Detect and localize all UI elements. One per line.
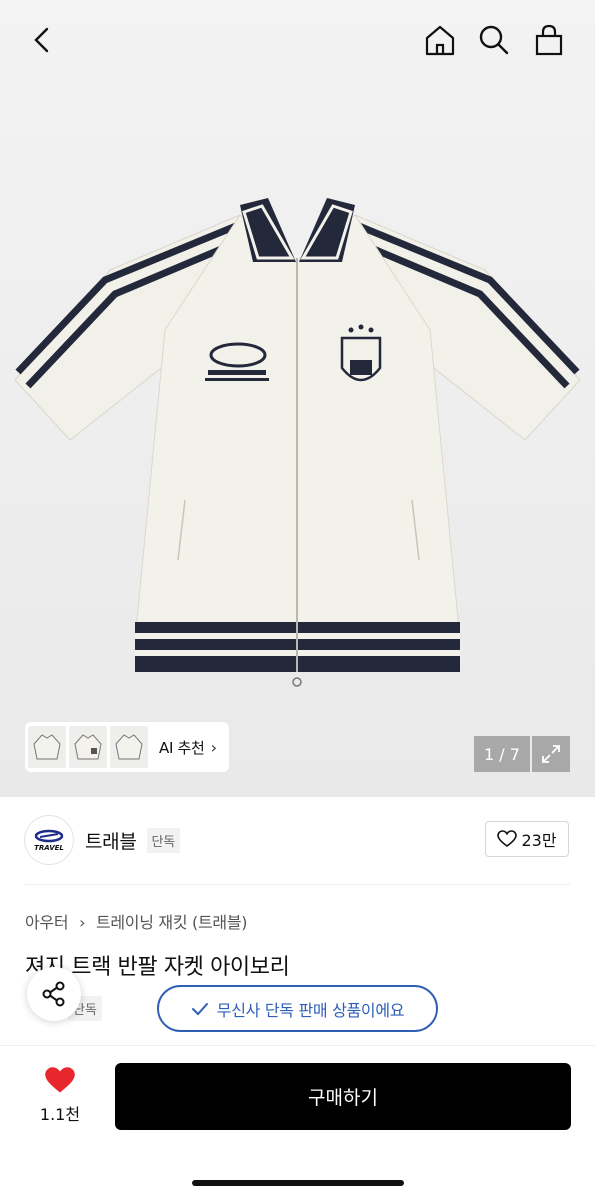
breadcrumb-item-training-jacket[interactable]: 트레이닝 재킷 (트래블) bbox=[96, 913, 248, 932]
divider bbox=[25, 884, 570, 885]
home-icon bbox=[425, 25, 455, 56]
like-count: 1.1천 bbox=[39, 1105, 81, 1124]
like-button[interactable] bbox=[44, 1066, 76, 1098]
exclusive-notice-chip[interactable]: 무신사 단독 판매 상품이에요 bbox=[157, 985, 438, 1032]
breadcrumb: 아우터 › 트레이닝 재킷 (트래블) bbox=[25, 909, 248, 933]
thumbnail[interactable] bbox=[110, 726, 148, 768]
thumbnail[interactable] bbox=[28, 726, 66, 768]
share-button[interactable] bbox=[27, 967, 81, 1021]
buy-button[interactable]: 구매하기 bbox=[115, 1063, 571, 1130]
thumbnail[interactable] bbox=[69, 726, 107, 768]
check-icon bbox=[191, 1002, 208, 1015]
exclusive-badge: 단독 bbox=[146, 828, 180, 853]
brand-name-row[interactable]: 트래블 단독 bbox=[85, 827, 180, 854]
brand-name: 트래블 bbox=[85, 831, 137, 853]
logo-text: TRAVEL bbox=[34, 843, 64, 852]
thumbnail-jacket bbox=[74, 734, 102, 760]
expand-icon bbox=[542, 745, 560, 763]
chevron-left-icon bbox=[34, 27, 49, 53]
shopping-bag-icon bbox=[535, 24, 563, 56]
brand-like-button[interactable]: 23만 bbox=[485, 821, 569, 857]
cart-button[interactable] bbox=[527, 18, 571, 62]
breadcrumb-separator-icon: › bbox=[79, 913, 86, 932]
product-image[interactable] bbox=[0, 0, 595, 797]
search-button[interactable] bbox=[472, 18, 516, 62]
ai-recommend-button[interactable]: AI 추천 › bbox=[25, 722, 229, 772]
chevron-right-icon: › bbox=[210, 737, 217, 757]
breadcrumb-item-outer[interactable]: 아우터 bbox=[25, 913, 69, 932]
share-icon bbox=[42, 981, 65, 1007]
exclusive-notice-text: 무신사 단독 판매 상품이에요 bbox=[216, 1000, 405, 1020]
home-button[interactable] bbox=[418, 18, 462, 62]
back-button[interactable] bbox=[20, 18, 64, 62]
jacket-image bbox=[14, 198, 581, 687]
search-icon bbox=[479, 25, 509, 55]
image-counter: 1 / 7 bbox=[474, 736, 530, 772]
ai-recommend-label: AI 추천 bbox=[159, 738, 205, 757]
brand-like-count: 23만 bbox=[521, 831, 557, 850]
heart-outline-icon bbox=[497, 830, 518, 847]
travel-logo-icon bbox=[34, 829, 64, 842]
thumbnail-jacket bbox=[33, 734, 61, 760]
expand-button[interactable] bbox=[532, 736, 570, 772]
home-indicator bbox=[192, 1180, 404, 1186]
thumbnail-jacket bbox=[115, 734, 143, 760]
heart-filled-icon bbox=[45, 1067, 75, 1093]
brand-logo[interactable]: TRAVEL bbox=[24, 815, 74, 865]
